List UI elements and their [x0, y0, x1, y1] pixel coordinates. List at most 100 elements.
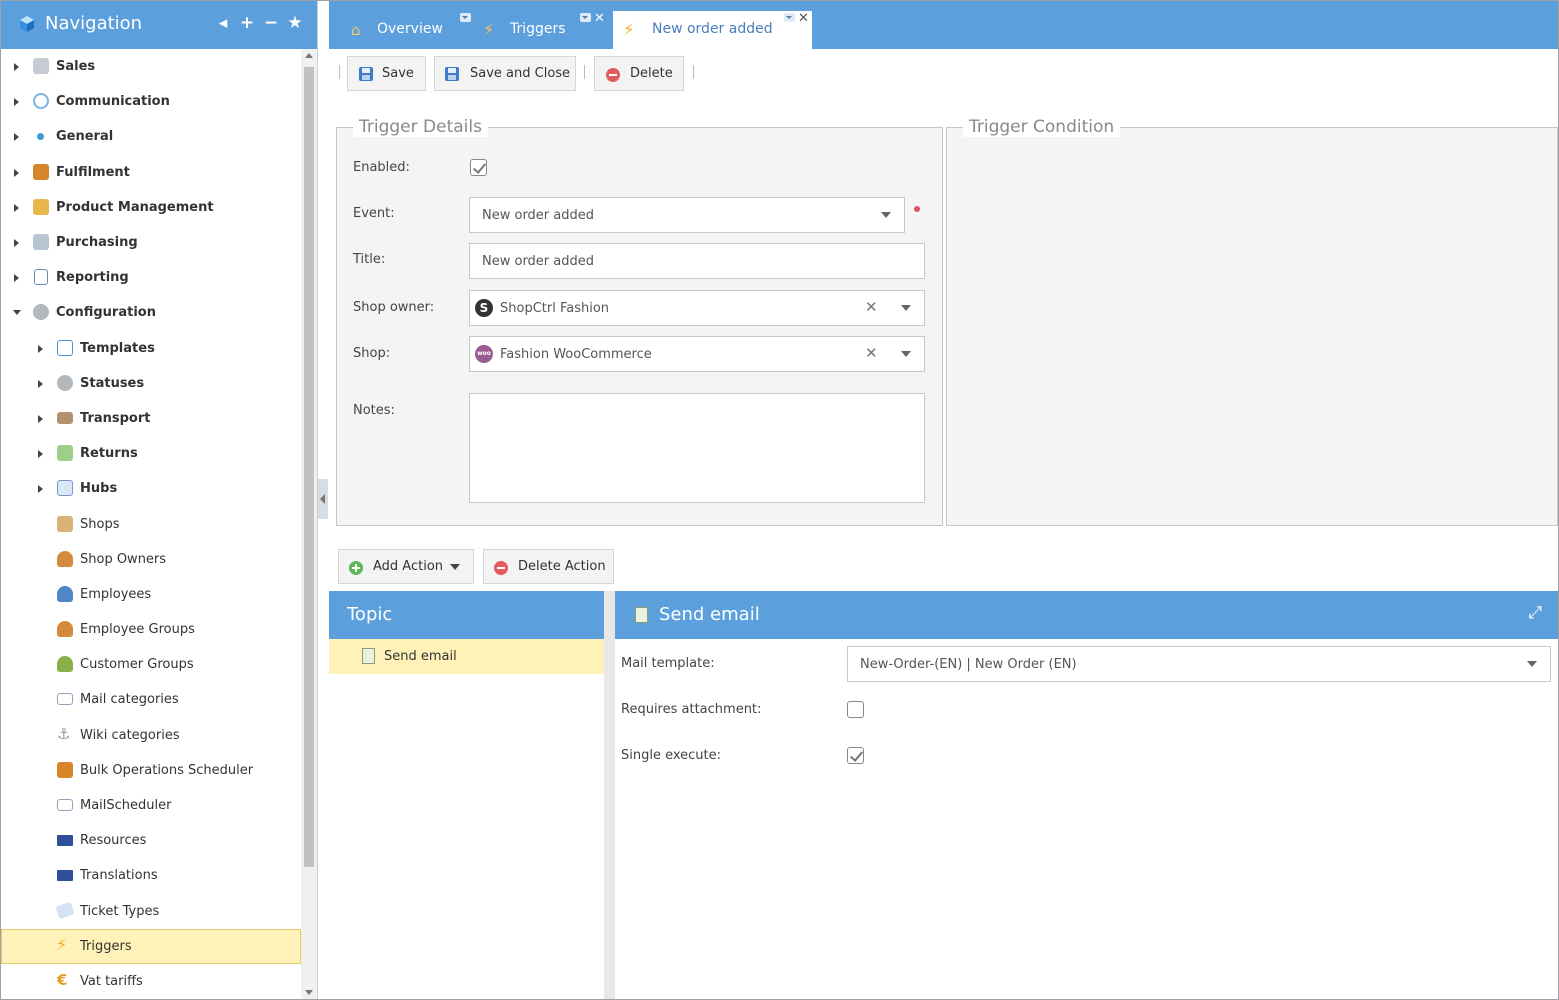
expand-arrow-icon[interactable]	[14, 239, 19, 247]
mail-icon	[57, 693, 73, 705]
requires-attachment-checkbox[interactable]	[847, 701, 864, 718]
expand-arrow-icon[interactable]	[14, 133, 19, 141]
nav-item-shop-owners[interactable]: Shop Owners	[1, 542, 301, 577]
woocommerce-logo-icon: woo	[475, 345, 493, 363]
collapse-arrow-icon[interactable]	[13, 310, 21, 315]
add-icon[interactable]: +	[239, 13, 255, 33]
nav-item-sales[interactable]: Sales	[1, 49, 301, 84]
nav-item-returns[interactable]: Returns	[1, 436, 301, 471]
expand-arrow-icon[interactable]	[38, 485, 43, 493]
shop-select[interactable]: woo Fashion WooCommerce ✕	[469, 336, 925, 372]
euro-icon: €	[57, 971, 68, 989]
nav-item-label: Shops	[80, 517, 120, 532]
single-execute-checkbox[interactable]	[847, 747, 864, 764]
cash-register-icon	[33, 58, 49, 74]
nav-item-translations[interactable]: Translations	[1, 858, 301, 893]
navigation-panel: Navigation ◂ + − ★ Sales Communication G…	[1, 1, 318, 999]
nav-item-label: Fulfilment	[56, 165, 130, 180]
tab-menu-icon[interactable]	[580, 13, 591, 22]
tab-menu-icon[interactable]	[784, 13, 795, 22]
close-icon[interactable]: ✕	[594, 11, 605, 26]
send-email-icon	[635, 607, 648, 623]
expand-arrow-icon[interactable]	[14, 63, 19, 71]
clear-icon[interactable]: ✕	[865, 344, 878, 362]
nav-item-configuration[interactable]: Configuration	[1, 295, 301, 330]
title-input[interactable]: New order added	[469, 243, 925, 279]
nav-item-employees[interactable]: Employees	[1, 577, 301, 612]
save-button[interactable]: Save	[347, 56, 426, 91]
navigation-header: Navigation ◂ + − ★	[1, 1, 317, 49]
nav-item-wiki-categories[interactable]: ⚓ Wiki categories	[1, 718, 301, 753]
mail-icon	[57, 799, 73, 811]
notes-textarea[interactable]	[469, 393, 925, 503]
delete-button[interactable]: Delete	[594, 56, 684, 91]
scroll-up-icon[interactable]	[305, 53, 313, 58]
expand-arrow-icon[interactable]	[38, 450, 43, 458]
nav-item-triggers[interactable]: ⚡ Triggers	[1, 929, 301, 964]
nav-item-templates[interactable]: Templates	[1, 331, 301, 366]
close-icon[interactable]: ✕	[798, 11, 809, 26]
panel-splitter[interactable]	[604, 591, 615, 999]
clear-icon[interactable]: ✕	[865, 298, 878, 316]
floppy-disk-icon	[445, 67, 459, 81]
tab-menu-icon[interactable]	[460, 13, 471, 22]
save-and-close-button[interactable]: Save and Close	[434, 56, 576, 91]
nav-item-purchasing[interactable]: Purchasing	[1, 225, 301, 260]
nav-item-shops[interactable]: Shops	[1, 507, 301, 542]
topic-item-send-email[interactable]: Send email	[329, 639, 604, 674]
chevron-down-icon[interactable]	[901, 351, 911, 357]
nav-item-ticket-types[interactable]: Ticket Types	[1, 894, 301, 929]
tab-overview[interactable]: ⌂ Overview	[339, 11, 471, 49]
add-action-button[interactable]: Add Action	[338, 549, 474, 584]
nav-item-employee-groups[interactable]: Employee Groups	[1, 612, 301, 647]
requires-attachment-label: Requires attachment:	[621, 702, 762, 717]
expand-arrow-icon[interactable]	[14, 98, 19, 106]
favorite-star-icon[interactable]: ★	[287, 13, 303, 33]
event-select[interactable]: New order added	[469, 197, 905, 233]
chevron-down-icon[interactable]	[881, 212, 891, 218]
navigation-scrollbar[interactable]	[301, 49, 317, 999]
nav-item-product-management[interactable]: Product Management	[1, 190, 301, 225]
speech-bubbles-icon	[33, 93, 49, 109]
delete-action-button[interactable]: Delete Action	[483, 549, 614, 584]
collapse-nav-icon[interactable]: ◂	[215, 13, 231, 33]
nav-item-customer-groups[interactable]: Customer Groups	[1, 647, 301, 682]
nav-item-general[interactable]: General	[1, 119, 301, 154]
collapse-sidebar-handle[interactable]	[318, 479, 328, 519]
scroll-down-icon[interactable]	[305, 990, 313, 995]
enabled-checkbox[interactable]	[470, 159, 487, 176]
expand-arrow-icon[interactable]	[14, 169, 19, 177]
return-icon	[57, 445, 73, 461]
expand-icon[interactable]: ⤢	[1528, 603, 1542, 623]
nav-item-statuses[interactable]: Statuses	[1, 366, 301, 401]
tab-new-order-added[interactable]: ⚡ New order added ✕	[613, 11, 812, 49]
nav-item-label: Statuses	[80, 376, 145, 391]
nav-item-resources[interactable]: Resources	[1, 823, 301, 858]
event-label: Event:	[353, 206, 395, 221]
nav-item-bulk-operations-scheduler[interactable]: Bulk Operations Scheduler	[1, 753, 301, 788]
nav-item-reporting[interactable]: Reporting	[1, 260, 301, 295]
mail-template-select[interactable]: New-Order-(EN) | New Order (EN)	[847, 646, 1551, 682]
expand-arrow-icon[interactable]	[14, 274, 19, 282]
scroll-thumb[interactable]	[304, 67, 314, 867]
shop-owner-select[interactable]: S ShopCtrl Fashion ✕	[469, 290, 925, 326]
nav-item-hubs[interactable]: Hubs	[1, 471, 301, 506]
tab-triggers[interactable]: ⚡ Triggers ✕	[473, 11, 605, 49]
button-label: Add Action	[373, 559, 444, 574]
expand-arrow-icon[interactable]	[38, 415, 43, 423]
nav-item-communication[interactable]: Communication	[1, 84, 301, 119]
expand-arrow-icon[interactable]	[14, 204, 19, 212]
remove-icon[interactable]: −	[263, 13, 279, 33]
chevron-down-icon[interactable]	[1527, 661, 1537, 667]
button-label: Delete	[630, 66, 673, 81]
expand-arrow-icon[interactable]	[38, 345, 43, 353]
nav-item-vat-tariffs[interactable]: € Vat tariffs	[1, 964, 301, 999]
nav-item-mail-categories[interactable]: Mail categories	[1, 682, 301, 717]
title-label: Title:	[353, 252, 386, 267]
tag-icon	[55, 901, 75, 920]
nav-item-transport[interactable]: Transport	[1, 401, 301, 436]
chevron-down-icon[interactable]	[901, 305, 911, 311]
nav-item-mailscheduler[interactable]: MailScheduler	[1, 788, 301, 823]
expand-arrow-icon[interactable]	[38, 380, 43, 388]
nav-item-fulfilment[interactable]: Fulfilment	[1, 155, 301, 190]
